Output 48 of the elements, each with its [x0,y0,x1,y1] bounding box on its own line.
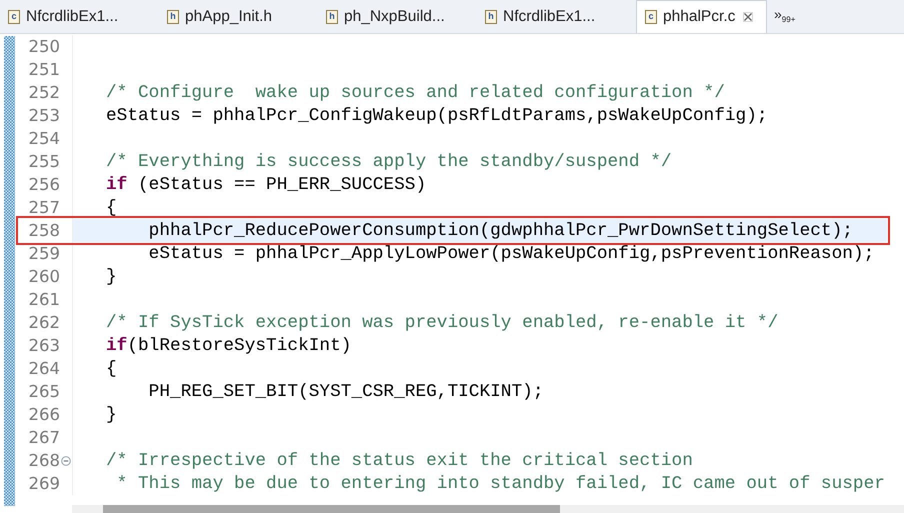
file-icon: h [326,10,338,24]
line-number: 260 [28,267,60,286]
line-number: 252 [28,83,60,102]
line-number: 255 [28,152,60,171]
code-line: { [106,198,117,218]
file-icon: h [485,10,497,24]
code-line: PH_REG_SET_BIT(SYST_CSR_REG,TICKINT); [148,382,544,402]
line-number: 259 [28,244,60,263]
code-line: eStatus = phhalPcr_ApplyLowPower(psWakeUpConfig,psPreventionReason); [148,244,874,264]
line-number: 253 [28,106,60,125]
editor-tab[interactable]: h NfcrdlibEx1... [477,0,636,33]
code-line: /* Everything is success apply the standby/suspend */ [106,152,672,172]
line-number: 250 [28,37,60,56]
line-number: 254 [28,129,60,148]
code-line: { [106,358,117,378]
editor-tab[interactable]: h phApp_Init.h [159,0,318,33]
code-line: if(blRestoreSysTickInt) [106,336,352,356]
horizontal-scrollbar[interactable] [72,505,904,513]
line-number: 267 [28,428,60,447]
code-line: * This may be due to entering into standby failed, IC came out of susper [116,474,885,494]
line-number: 263 [28,336,60,355]
line-number: 261 [28,290,60,309]
editor-tab[interactable]: c NfcrdlibEx1... [0,0,159,33]
editor-tab[interactable]: c phhalPcr.c [636,0,767,33]
code-line: /* If SysTick exception was previously enabled, re-enable it */ [106,312,778,332]
line-number: 265 [28,382,60,401]
line-number: 262 [28,313,60,332]
file-icon: c [8,10,20,24]
code-line: } [106,404,117,424]
collapse-icon[interactable] [61,456,71,466]
code-line: phhalPcr_ReducePowerConsumption(gdwphhalPcr_PwrDownSettingSelect); [148,220,853,240]
line-number: 268 [28,451,60,470]
code-line: /* Irrespective of the status exit the critical section [106,450,693,470]
line-number: 269 [28,474,60,493]
code-line: /* Configure wake up sources and related configuration */ [106,82,725,102]
close-icon[interactable] [743,12,754,22]
line-number: 256 [28,175,60,194]
code-line: eStatus = phhalPcr_ConfigWakeup(psRfLdtParams,psWakeUpConfig); [106,106,768,126]
file-icon: h [167,10,179,24]
line-number: 251 [28,60,60,79]
line-number: 257 [28,198,60,217]
line-number: 266 [28,405,60,424]
file-icon: c [645,10,657,24]
code-line: } [106,266,117,286]
line-number: 258 [28,221,60,240]
code-line: if (eStatus == PH_ERR_SUCCESS) [106,174,426,194]
editor-tab[interactable]: h ph_NxpBuild... [318,0,477,33]
line-number: 264 [28,359,60,378]
